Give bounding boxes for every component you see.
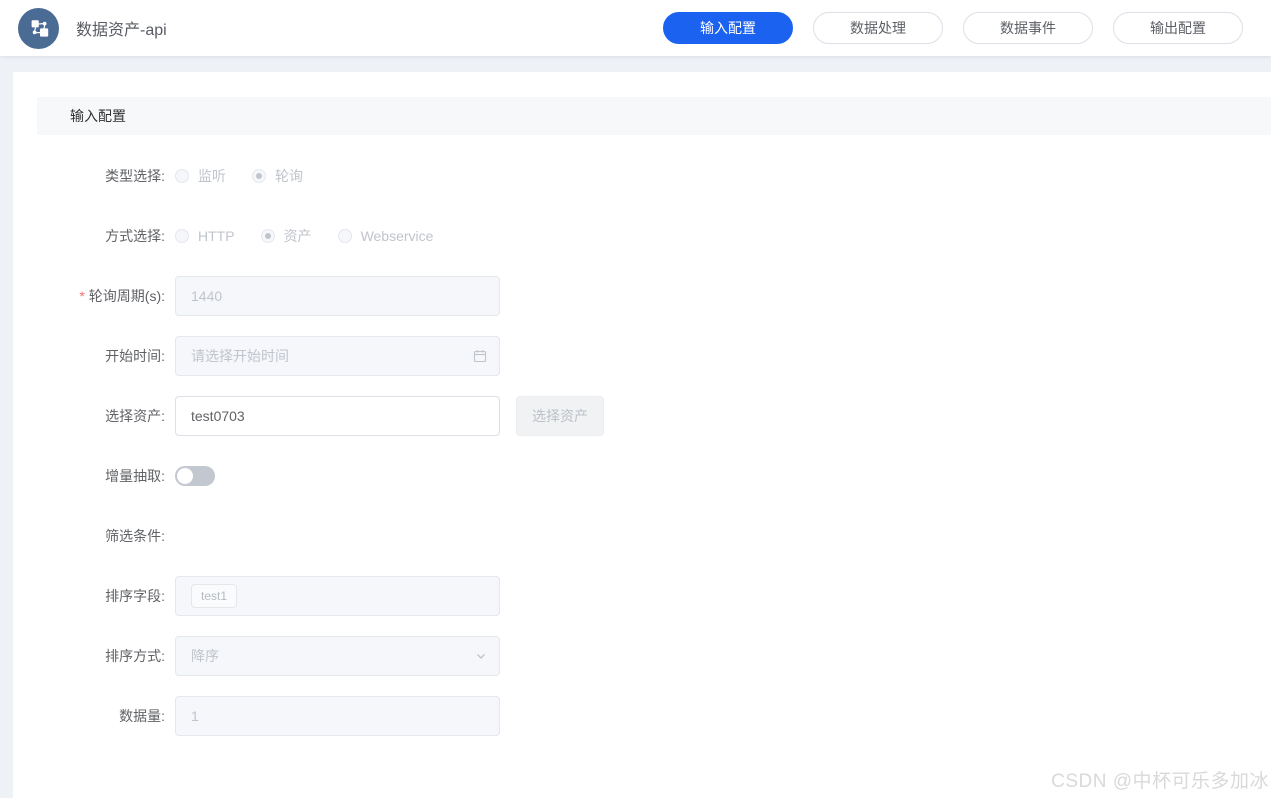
tab-data-events[interactable]: 数据事件 [963,12,1093,44]
chevron-down-icon [474,649,488,663]
radio-http: HTTP [175,228,235,244]
method-select-radio-group: HTTP 资产 Webservice [175,226,459,246]
tab-data-processing[interactable]: 数据处理 [813,12,943,44]
sort-field-input: test1 [175,576,500,616]
radio-checked-icon [260,229,275,243]
app-logo [18,7,59,49]
input-config-form: 类型选择: 监听 轮询 方式选择: HTTP 资产 Webservice * 轮… [13,156,1271,736]
sort-field-label: 排序字段: [105,588,165,604]
start-time-value [191,348,484,364]
row-sort-order: 排序方式: 降序 [13,636,1271,676]
radio-poll: 轮询 [252,166,303,186]
sort-order-select: 降序 [175,636,500,676]
radio-poll-label: 轮询 [275,168,303,184]
data-count-input [175,696,500,736]
calendar-icon [472,348,488,364]
radio-asset: 资产 [260,226,312,246]
radio-circle-icon [175,229,189,243]
select-asset-button: 选择资产 [516,396,604,436]
data-count-value [191,708,484,724]
asset-name-input[interactable] [175,396,500,436]
poll-period-input [175,276,500,316]
row-incremental-extract: 增量抽取: [13,456,1271,496]
row-start-time: 开始时间: [13,336,1271,376]
row-data-count: 数据量: [13,696,1271,736]
required-asterisk: * [79,288,85,304]
row-sort-field: 排序字段: test1 [13,576,1271,616]
incremental-toggle[interactable] [175,466,215,486]
poll-period-label: * 轮询周期(s): [79,288,165,304]
topology-icon [31,20,48,37]
radio-listen: 监听 [175,166,226,186]
header-tabs: 输入配置 数据处理 数据事件 输出配置 [663,12,1243,44]
sort-order-value: 降序 [191,648,219,664]
section-header: 输入配置 [37,97,1271,135]
sort-field-tag: test1 [191,584,238,608]
asset-name-value[interactable] [191,408,484,424]
radio-circle-icon [175,169,189,183]
method-select-label: 方式选择: [105,228,165,244]
incremental-extract-label: 增量抽取: [105,468,165,484]
radio-asset-label: 资产 [283,228,312,244]
radio-webservice: Webservice [337,228,434,244]
data-count-label: 数据量: [119,708,165,724]
top-header: 数据资产-api 输入配置 数据处理 数据事件 输出配置 [0,0,1271,56]
radio-http-label: HTTP [198,228,235,244]
radio-circle-icon [337,229,352,243]
radio-checked-icon [252,169,266,183]
row-asset-select: 选择资产: 选择资产 [13,396,1271,436]
sort-order-label: 排序方式: [105,648,165,664]
radio-webservice-label: Webservice [360,228,434,244]
row-type-select: 类型选择: 监听 轮询 [13,156,1271,196]
toggle-knob [177,468,193,484]
start-time-label: 开始时间: [105,348,165,364]
start-time-picker [175,336,500,376]
page-title: 数据资产-api [76,22,167,39]
row-filter-condition: 筛选条件: [13,516,1271,556]
poll-period-value [191,288,484,304]
tab-input-config[interactable]: 输入配置 [663,12,793,44]
tab-output-config[interactable]: 输出配置 [1113,12,1243,44]
section-title: 输入配置 [70,108,126,124]
asset-select-label: 选择资产: [105,408,165,424]
type-select-label: 类型选择: [105,168,165,184]
radio-listen-label: 监听 [198,168,226,184]
filter-condition-label: 筛选条件: [105,528,165,544]
row-poll-period: * 轮询周期(s): [13,276,1271,316]
type-select-radio-group: 监听 轮询 [175,166,329,186]
content-card: 输入配置 类型选择: 监听 轮询 方式选择: HTTP 资产 Webservic… [13,72,1271,798]
row-method-select: 方式选择: HTTP 资产 Webservice [13,216,1271,256]
